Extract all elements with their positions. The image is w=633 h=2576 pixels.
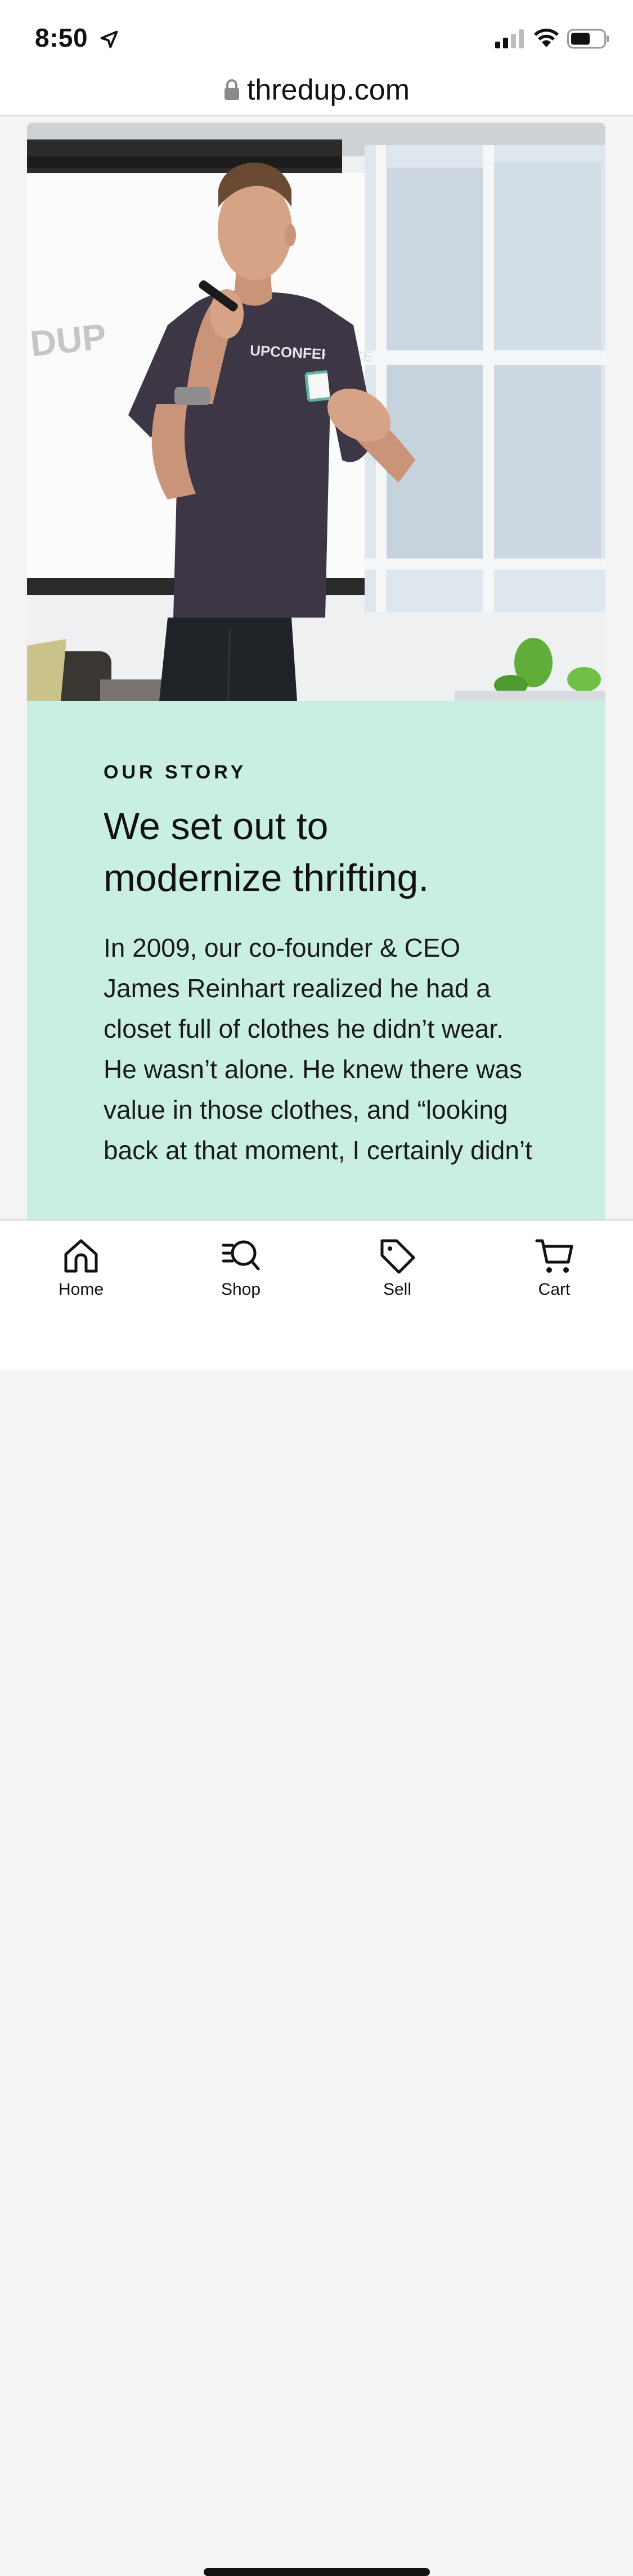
tab-sell-label: Sell <box>383 1280 412 1299</box>
tab-home-label: Home <box>58 1280 104 1299</box>
url-text: thredup.com <box>246 74 410 106</box>
our-story-section: OUR STORY We set out to modernize thrift… <box>27 701 605 1219</box>
tag-icon <box>380 1239 415 1274</box>
shop-search-icon <box>222 1240 260 1271</box>
wall-logo-text: DUP <box>28 316 108 364</box>
divider <box>0 115 633 116</box>
page-content: DUP UPCONFERENCE OUR STORY We set out to… <box>27 123 605 1219</box>
tab-home[interactable]: Home <box>25 1236 137 1299</box>
home-icon <box>64 1239 98 1273</box>
lock-icon <box>224 79 239 100</box>
speaker-photo: DUP UPCONFERENCE <box>27 123 605 701</box>
cellular-signal-icon <box>495 29 524 48</box>
tab-shop[interactable]: Shop <box>185 1236 297 1299</box>
tab-cart[interactable]: Cart <box>498 1236 610 1299</box>
headline-line-1: We set out to <box>104 805 329 848</box>
story-body-text: In 2009, our co-founder & CEO James Rein… <box>104 933 532 1165</box>
battery-icon <box>567 29 609 49</box>
tab-sell[interactable]: Sell <box>341 1236 454 1299</box>
hero-photo: DUP UPCONFERENCE <box>27 123 605 701</box>
headline-line-2: modernize thrifting. <box>104 857 429 899</box>
wifi-icon <box>534 28 559 47</box>
address-bar[interactable]: thredup.com <box>0 65 633 115</box>
status-time: 8:50 <box>35 23 88 52</box>
tab-shop-label: Shop <box>221 1280 261 1299</box>
tab-cart-label: Cart <box>538 1280 571 1299</box>
location-arrow-icon <box>100 30 118 48</box>
story-headline: We set out to modernize thrifting. <box>104 800 538 904</box>
section-eyebrow: OUR STORY <box>104 762 247 783</box>
home-indicator[interactable] <box>204 2568 430 2576</box>
bottom-tab-bar: Home Shop Sell Cart <box>0 1219 633 2576</box>
cart-icon <box>535 1239 573 1273</box>
